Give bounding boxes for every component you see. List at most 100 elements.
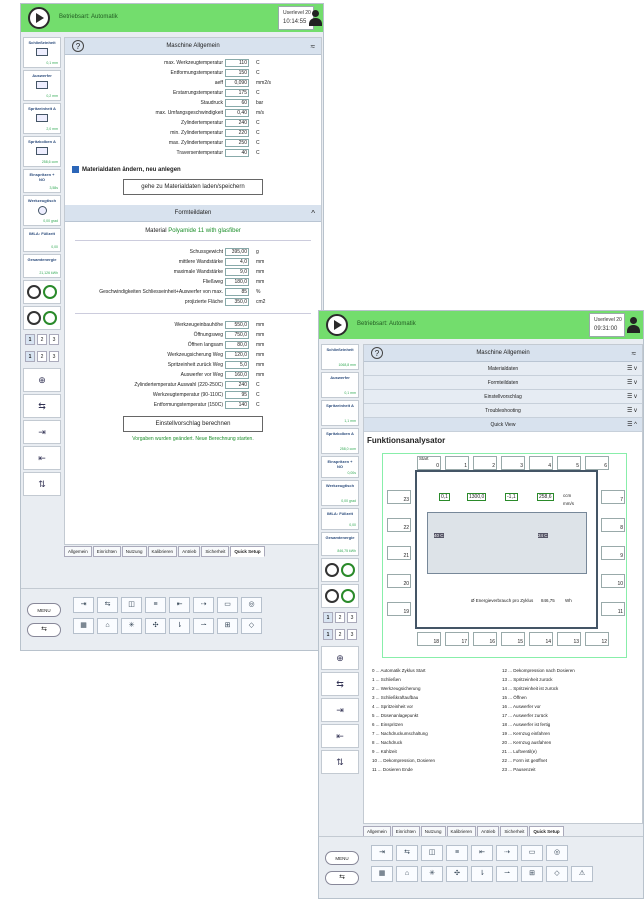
fn-button[interactable]: ⇤ — [471, 845, 493, 861]
injection-tool-button[interactable]: ⇅ — [321, 750, 359, 774]
param-input[interactable]: 180,0 — [225, 278, 249, 286]
side-screw[interactable]: Spritzkolben A 258,6 ccm — [23, 136, 61, 167]
param-input[interactable]: 240 — [225, 119, 249, 127]
page-3[interactable]: 3 — [347, 629, 357, 640]
param-input[interactable]: 395,00 — [225, 248, 249, 256]
fn-button[interactable]: ⇆ — [396, 845, 418, 861]
side-ejector[interactable]: Auswerfer 0,2 mm — [23, 70, 61, 101]
param-input[interactable]: 0,40 — [225, 109, 249, 117]
side-energy[interactable]: Gesamtenergie 846,75 kWh — [321, 532, 359, 556]
fn-button[interactable]: ◎ — [241, 597, 262, 613]
step-cell-left[interactable]: 20 — [387, 574, 411, 588]
automatic-mode-icon[interactable] — [28, 7, 50, 29]
clamp-tool-button[interactable]: ⇆ — [23, 394, 61, 418]
ejector-tool-button[interactable]: ⇥ — [321, 698, 359, 722]
menu-button[interactable]: MENU — [27, 603, 61, 617]
step-cell-bottom[interactable]: 16 — [473, 632, 497, 646]
side-screw[interactable]: Spritzkolben A 258,0 ccm — [321, 428, 359, 454]
pump-on-icon[interactable] — [341, 589, 355, 603]
collapse-icon[interactable]: ≈ — [311, 38, 315, 55]
pump-off-icon[interactable] — [27, 311, 41, 325]
page-2[interactable]: 2 — [335, 612, 345, 623]
param-input[interactable]: 40 — [225, 149, 249, 157]
fn-button[interactable]: ≡ — [446, 845, 468, 861]
fn-button[interactable]: ✳ — [421, 866, 443, 882]
param-input[interactable]: 750,0 — [225, 331, 249, 339]
param-input[interactable]: 60 — [225, 99, 249, 107]
mold-tool-button[interactable]: ⊕ — [321, 646, 359, 670]
param-input[interactable]: 85 — [225, 288, 249, 296]
side-clamp[interactable]: Schließeinheit 1068,8 mm — [321, 344, 359, 370]
param-input[interactable]: 160,0 — [225, 371, 249, 379]
param-input[interactable]: 120,0 — [225, 351, 249, 359]
page-1[interactable]: 1 — [25, 351, 35, 362]
clamp-tool-button[interactable]: ⇆ — [321, 672, 359, 696]
param-input[interactable]: 9,0 — [225, 268, 249, 276]
step-cell-bottom[interactable]: 17 — [445, 632, 469, 646]
help-icon[interactable]: ? — [371, 347, 383, 359]
side-ejector[interactable]: Auswerfer 0,1 mm — [321, 372, 359, 398]
step-cell-top[interactable]: 3 — [501, 456, 525, 470]
injection-tool-button[interactable]: ⇅ — [23, 472, 61, 496]
fn-button[interactable]: ≡ — [145, 597, 166, 613]
chevron-up-icon[interactable]: ^ — [311, 205, 315, 222]
tab-6[interactable]: Quick Setup — [230, 546, 265, 557]
page-3[interactable]: 3 — [49, 334, 59, 345]
fn-button[interactable]: ⇥ — [371, 845, 393, 861]
param-input[interactable]: 550,0 — [225, 321, 249, 329]
fn-button[interactable]: ✳ — [121, 618, 142, 634]
panel-header-machine[interactable]: ? Maschine Allgemein ≈ — [364, 345, 642, 362]
heater-off-icon[interactable] — [325, 563, 339, 577]
step-cell-top[interactable]: 5 — [557, 456, 581, 470]
param-input[interactable]: 250 — [225, 139, 249, 147]
tab-1[interactable]: Einrichten — [92, 546, 121, 557]
user-icon[interactable] — [308, 10, 322, 26]
side-tool-table[interactable]: Werkzeugtisch 0,00 grad — [23, 195, 61, 226]
side-tool-table[interactable]: Werkzeugtisch 0,00 grad — [321, 480, 359, 506]
step-cell-bottom[interactable]: 14 — [529, 632, 553, 646]
panel-header-machine[interactable]: ? Maschine Allgemein ≈ — [65, 38, 321, 55]
page-2[interactable]: 2 — [37, 334, 47, 345]
page-1[interactable]: 1 — [323, 629, 333, 640]
panel-header-formteil[interactable]: Formteildaten ^ — [65, 205, 321, 222]
param-input[interactable]: 220 — [225, 129, 249, 137]
page-1[interactable]: 1 — [323, 612, 333, 623]
pump-on-icon[interactable] — [43, 311, 57, 325]
back-forward-button[interactable]: ⇆ — [27, 623, 61, 637]
step-cell-bottom[interactable]: 15 — [501, 632, 525, 646]
param-input[interactable]: 140 — [225, 401, 249, 409]
side-imla[interactable]: IMLA: Füllzeit 0,00 — [23, 228, 61, 252]
core-tool-button[interactable]: ⇤ — [321, 724, 359, 748]
side-clamp[interactable]: Schließeinheit 0,1 mm — [23, 37, 61, 68]
acc-formteildaten[interactable]: Formteildaten ☰ v — [364, 376, 642, 390]
fn-button[interactable]: ⇀ — [496, 866, 518, 882]
step-cell-top[interactable]: 1 — [445, 456, 469, 470]
tab-4[interactable]: Antrieb — [178, 546, 201, 557]
user-box[interactable]: Userlevel 20 09:31:00 — [589, 313, 625, 337]
warning-icon[interactable]: ⚠ — [571, 866, 593, 882]
tab-5[interactable]: Sicherheit — [201, 546, 230, 557]
param-input[interactable]: 175 — [225, 89, 249, 97]
step-cell-bottom[interactable]: 12 — [585, 632, 609, 646]
side-injection-unit[interactable]: Spritzeinheit A 2,0 mm — [23, 103, 61, 134]
step-cell-top[interactable]: 4 — [529, 456, 553, 470]
page-2[interactable]: 2 — [37, 351, 47, 362]
param-input[interactable]: 80,0 — [225, 341, 249, 349]
fn-button[interactable]: ⇤ — [169, 597, 190, 613]
acc-materialdaten[interactable]: Materialdaten ☰ v — [364, 362, 642, 376]
user-icon[interactable] — [626, 317, 640, 333]
fn-button[interactable]: ⌂ — [396, 866, 418, 882]
tab-2[interactable]: Nutzung — [121, 546, 147, 557]
step-cell-top[interactable]: 6 — [585, 456, 609, 470]
fn-button[interactable]: ⇀ — [193, 618, 214, 634]
fn-button[interactable]: ⇂ — [169, 618, 190, 634]
back-forward-button[interactable]: ⇆ — [325, 871, 359, 885]
side-energy[interactable]: Gesamtenergie 21,126 kWh — [23, 254, 61, 278]
fn-button[interactable]: ▭ — [521, 845, 543, 861]
menu-button[interactable]: MENU — [325, 851, 359, 865]
param-input[interactable]: 240 — [225, 381, 249, 389]
step-cell-left[interactable]: 21 — [387, 546, 411, 560]
acc-einstellvorschlag[interactable]: Einstellvorschlag ☰ v — [364, 390, 642, 404]
page-2[interactable]: 2 — [335, 629, 345, 640]
fn-button[interactable]: ◎ — [546, 845, 568, 861]
